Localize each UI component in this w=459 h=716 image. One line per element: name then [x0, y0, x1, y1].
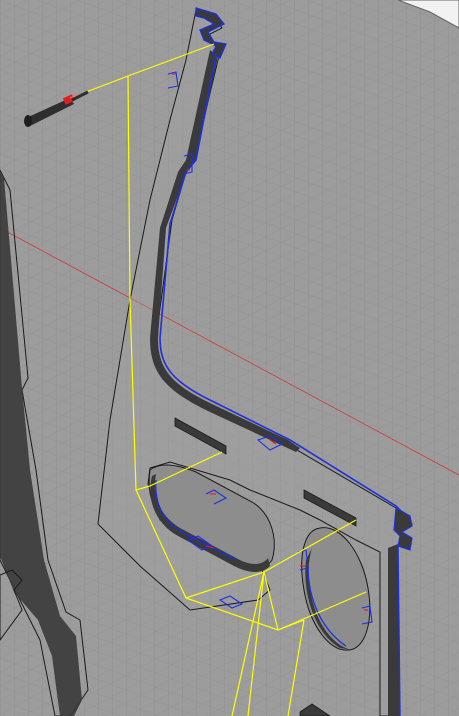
viewport-canvas[interactable] — [0, 0, 459, 716]
cad-3d-viewport[interactable] — [0, 0, 459, 716]
